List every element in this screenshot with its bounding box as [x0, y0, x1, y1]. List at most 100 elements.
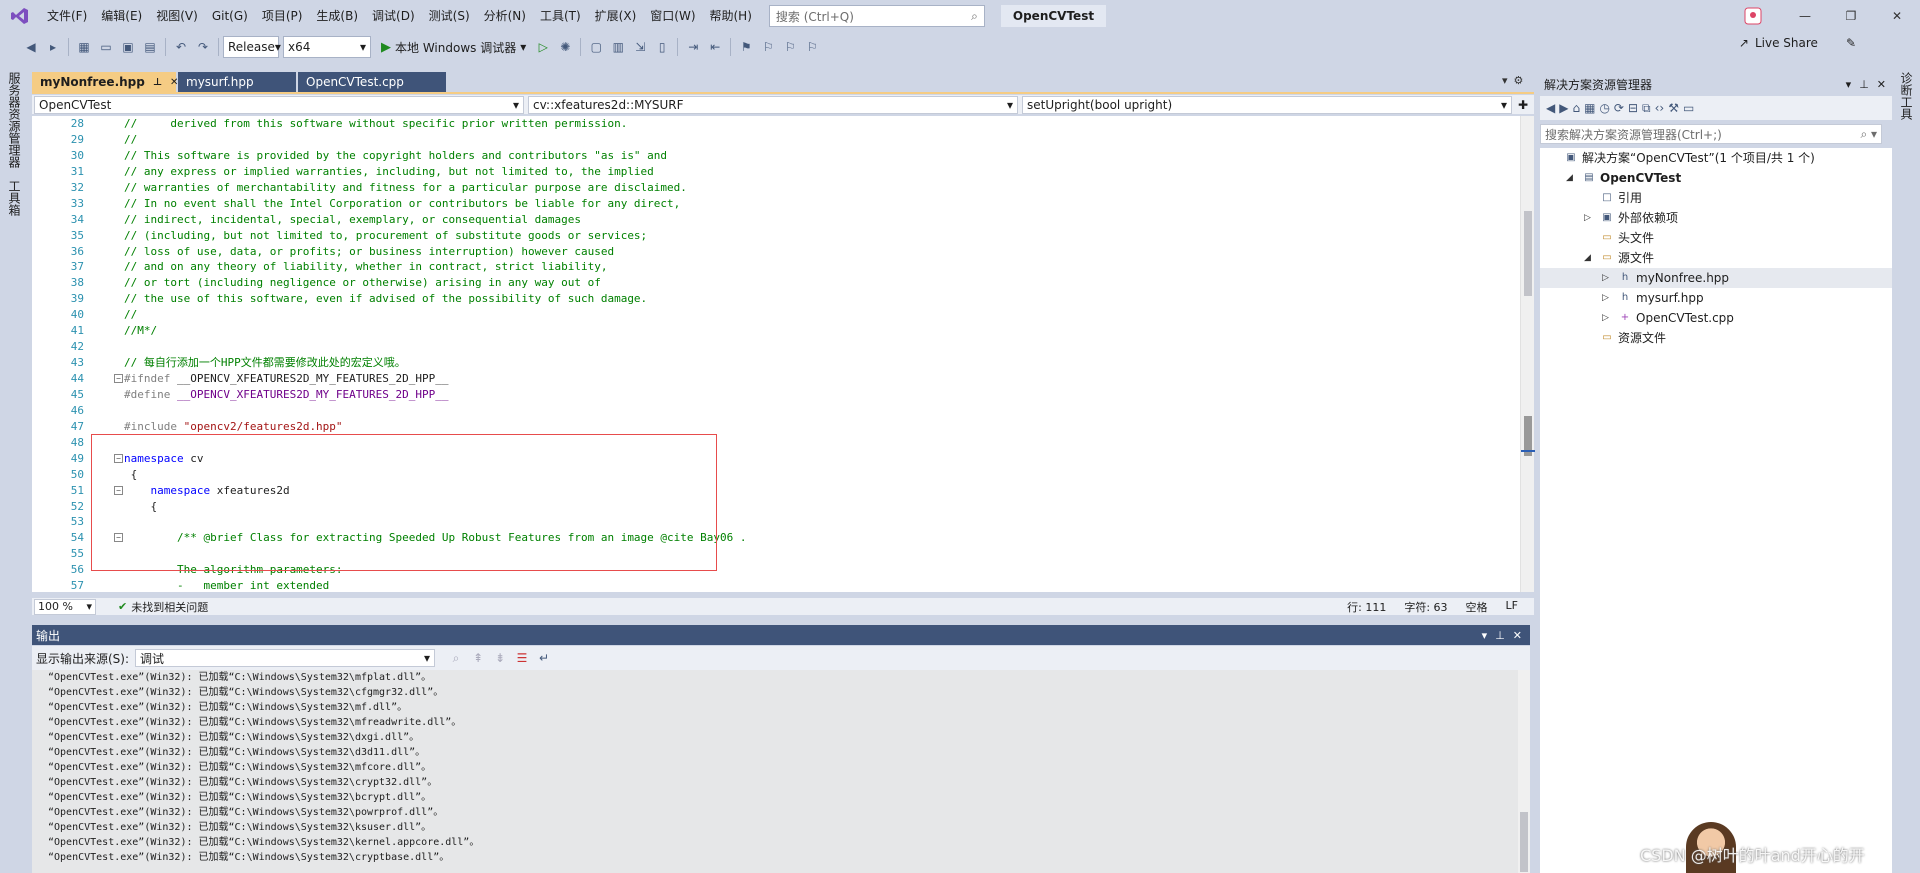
menu-item[interactable]: 工具(T) — [533, 0, 588, 32]
global-search-input[interactable]: 搜索 (Ctrl+Q) ⌕ — [768, 5, 985, 27]
fold-toggle-icon[interactable]: − — [114, 374, 123, 383]
project-scope-select[interactable]: OpenCVTest ▾ — [34, 96, 524, 114]
fold-toggle-icon[interactable]: − — [114, 533, 123, 543]
clear-bookmarks-icon[interactable]: ⚐ — [801, 36, 823, 58]
close-icon[interactable]: ✕ — [1877, 78, 1886, 91]
step-icon[interactable]: ⇲ — [629, 36, 651, 58]
issues-indicator[interactable]: ✔ 未找到相关问题 — [118, 599, 208, 615]
pending-changes-icon[interactable]: ◷ — [1599, 101, 1609, 115]
tree-item[interactable]: ▭ 头文件 — [1540, 228, 1892, 248]
indent-icon[interactable]: ⇥ — [682, 36, 704, 58]
home-icon[interactable]: ⌂ — [1572, 101, 1580, 115]
menu-item[interactable]: 编辑(E) — [94, 0, 149, 32]
bookmark-icon[interactable]: ⚑ — [735, 36, 757, 58]
save-icon[interactable]: ▣ — [117, 36, 139, 58]
visual-studio-logo-icon[interactable] — [0, 0, 40, 32]
menu-item[interactable]: 窗口(W) — [643, 0, 702, 32]
sync-icon[interactable]: ⟳ — [1614, 101, 1624, 115]
clear-all-icon[interactable]: ☰ — [511, 647, 533, 669]
scrollbar-thumb[interactable] — [1524, 211, 1532, 296]
menu-item[interactable]: 帮助(H) — [703, 0, 759, 32]
fold-toggle-icon[interactable]: − — [114, 453, 123, 463]
dropdown-tabs-icon[interactable]: ▾ — [1502, 74, 1508, 87]
diagnostic-tools-tab[interactable]: 诊断工具 — [1898, 72, 1915, 120]
tree-item[interactable]: ▷ ▣ 外部依赖项 — [1540, 208, 1892, 228]
whitespace-status[interactable]: 空格 — [1466, 599, 1488, 615]
chevron-down-icon[interactable]: ▾ — [1846, 78, 1852, 91]
scrollbar-thumb[interactable] — [1520, 812, 1528, 872]
type-scope-select[interactable]: cv::xfeatures2d::MYSURF ▾ — [528, 96, 1018, 114]
configuration-select[interactable]: Release ▾ — [223, 36, 281, 58]
undo-icon[interactable]: ↶ — [170, 36, 192, 58]
menu-item[interactable]: 分析(N) — [477, 0, 533, 32]
save-all-icon[interactable]: ▤ — [139, 36, 161, 58]
zoom-select[interactable]: 100 % ▾ — [34, 598, 96, 615]
tree-item[interactable]: ◢ ▤ OpenCVTest — [1540, 168, 1892, 188]
find-message-icon[interactable]: ⌕ — [445, 647, 467, 669]
menu-item[interactable]: 视图(V) — [149, 0, 205, 32]
menu-item[interactable]: 生成(B) — [309, 0, 365, 32]
redo-icon[interactable]: ↷ — [192, 36, 214, 58]
disabled-tool-icon[interactable]: ▯ — [651, 36, 673, 58]
pin-icon[interactable]: ⊥ — [153, 77, 162, 88]
pin-icon[interactable]: ⊥ — [1495, 629, 1505, 642]
expanded-arrow-icon[interactable]: ◢ — [1584, 248, 1591, 268]
preview-icon[interactable]: ▭ — [1683, 101, 1694, 115]
menu-item[interactable]: 文件(F) — [40, 0, 94, 32]
split-editor-icon[interactable]: ✚ — [1518, 95, 1528, 114]
start-debugging-button[interactable]: ▶ 本地 Windows 调试器 ▾ — [375, 39, 532, 56]
solution-explorer-icon[interactable]: ▢ — [585, 36, 607, 58]
tree-item[interactable]: ▷ h mysurf.hpp — [1540, 288, 1892, 308]
tree-item[interactable]: □ 引用 — [1540, 188, 1892, 208]
line-ending-status[interactable]: LF — [1506, 599, 1518, 615]
show-all-files-icon[interactable]: ⧉ — [1642, 101, 1651, 116]
code-editor[interactable]: 28 // derived from this software without … — [32, 116, 1520, 592]
collapsed-arrow-icon[interactable]: ▷ — [1602, 268, 1609, 288]
output-source-select[interactable]: 调试 ▾ — [135, 649, 436, 667]
minimize-button[interactable]: — — [1782, 0, 1828, 32]
server-explorer-tab[interactable]: 服务器资源管理器 — [6, 72, 23, 168]
forward-icon[interactable]: ▶ — [1559, 101, 1568, 115]
back-navigation-icon[interactable]: ◀ — [20, 36, 42, 58]
menu-item[interactable]: 项目(P) — [255, 0, 310, 32]
menu-item[interactable]: 调试(D) — [365, 0, 422, 32]
collapsed-arrow-icon[interactable]: ▷ — [1602, 288, 1609, 308]
feedback-icon[interactable]: ✎ — [1846, 36, 1856, 50]
menu-item[interactable]: 扩展(X) — [588, 0, 644, 32]
expanded-arrow-icon[interactable]: ◢ — [1566, 168, 1573, 188]
menu-item[interactable]: Git(G) — [205, 0, 255, 32]
live-share-button[interactable]: ↗ Live Share ✎ — [1739, 36, 1856, 50]
restore-button[interactable]: ❐ — [1828, 0, 1874, 32]
solution-explorer-search-input[interactable]: 搜索解决方案资源管理器(Ctrl+;) ⌕ ▾ — [1540, 124, 1882, 144]
outdent-icon[interactable]: ⇤ — [704, 36, 726, 58]
chevron-down-icon[interactable]: ▾ — [1482, 629, 1488, 642]
tree-item[interactable]: ▭ 资源文件 — [1540, 328, 1892, 348]
fold-toggle-icon[interactable]: − — [114, 485, 123, 495]
word-wrap-icon[interactable]: ↵ — [533, 647, 555, 669]
settings-gear-icon[interactable]: ⚙ — [1514, 74, 1524, 87]
properties-wrench-icon[interactable]: ⚒ — [1668, 101, 1679, 115]
new-project-icon[interactable]: ▦ — [73, 36, 95, 58]
close-window-button[interactable]: ✕ — [1874, 0, 1920, 32]
member-select[interactable]: setUpright(bool upright) ▾ — [1022, 96, 1512, 114]
menu-item[interactable]: 测试(S) — [422, 0, 477, 32]
prev-bookmark-icon[interactable]: ⚐ — [757, 36, 779, 58]
output-text-area[interactable]: “OpenCVTest.exe”(Win32): 已加载“C:\Windows\… — [32, 670, 1518, 873]
platform-select[interactable]: x64 ▾ — [283, 36, 371, 58]
tree-item[interactable]: ▷ + OpenCVTest.cpp — [1540, 308, 1892, 328]
output-vertical-scrollbar[interactable] — [1518, 670, 1530, 873]
layout-icon[interactable]: ▥ — [607, 36, 629, 58]
tree-item[interactable]: ▣ 解决方案“OpenCVTest”(1 个项目/共 1 个) — [1540, 148, 1892, 168]
document-tab[interactable]: OpenCVTest.cpp — [298, 72, 446, 92]
open-file-icon[interactable]: ▭ — [95, 36, 117, 58]
profile-icon[interactable] — [1744, 7, 1762, 25]
forward-navigation-icon[interactable]: ▸ — [42, 36, 64, 58]
editor-vertical-scrollbar[interactable] — [1520, 116, 1535, 592]
hot-reload-icon[interactable]: ✺ — [554, 36, 576, 58]
next-message-icon[interactable]: ⇟ — [489, 647, 511, 669]
toolbox-tab[interactable]: 工具箱 — [6, 180, 23, 216]
code-view-icon[interactable]: ‹› — [1655, 101, 1665, 115]
next-bookmark-icon[interactable]: ⚐ — [779, 36, 801, 58]
pin-icon[interactable]: ⊥ — [1859, 78, 1869, 91]
start-without-debugging-icon[interactable]: ▷ — [532, 36, 554, 58]
